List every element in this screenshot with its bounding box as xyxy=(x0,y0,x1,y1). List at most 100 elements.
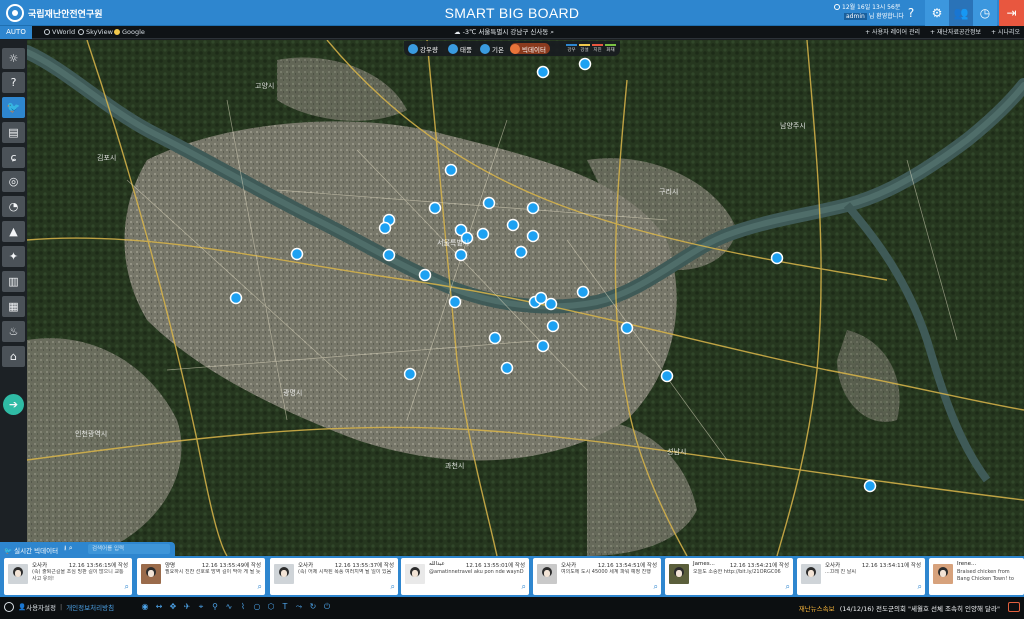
svg-text:성남시: 성남시 xyxy=(667,447,686,456)
tool-sun[interactable]: ☼ xyxy=(2,48,25,69)
tweet-card[interactable]: 오사카 12.16 13:56:15에 작성 (속) 출퇴근길을 조심 빙판 길… xyxy=(4,558,132,595)
gps-icon[interactable]: ⌖ xyxy=(196,601,206,613)
institute-logo-icon xyxy=(6,4,24,22)
plane-icon[interactable]: ✈ xyxy=(182,601,192,613)
tweet-text: 여의도에 도시 45000 세계 파워 예정 진행 xyxy=(561,569,651,575)
avatar xyxy=(933,564,953,584)
tweet-card[interactable]: 오사카 12.16 13:54:11에 작성 ...끄레 진 날씨 ⌕ xyxy=(797,558,925,595)
avatar xyxy=(274,564,294,584)
measure-icon[interactable]: ↔ xyxy=(154,601,164,613)
tool-fire[interactable]: ♨ xyxy=(2,321,25,342)
tool-chat[interactable]: ◔ xyxy=(2,196,25,217)
tweet-card[interactable]: James... 12.16 13:54:21에 작성 오늘도 소중한 http… xyxy=(665,558,793,595)
settings-button[interactable]: ⚙ xyxy=(925,0,949,26)
exit-button[interactable]: ⇥ xyxy=(999,0,1024,26)
zoom-icon[interactable]: ⌕ xyxy=(918,582,922,592)
users-button[interactable]: 👥 xyxy=(949,0,973,26)
history-button[interactable]: ◷ xyxy=(973,0,997,26)
pin-icon[interactable]: ◉ xyxy=(140,601,150,613)
svg-text:남양주시: 남양주시 xyxy=(780,121,806,130)
zoom-icon[interactable]: ⌕ xyxy=(786,582,790,592)
mountain-icon: ▲ xyxy=(9,225,18,238)
layer-option-google[interactable]: Google xyxy=(114,28,145,37)
logo[interactable]: 국립재난안전연구원 xyxy=(6,3,103,23)
category-bigdata[interactable]: 빅데이터 xyxy=(510,43,550,54)
svg-text:김포시: 김포시 xyxy=(97,154,116,162)
layer-option-vworld[interactable]: VWorld xyxy=(44,28,75,37)
tool-typhoon[interactable]: ɕ xyxy=(2,147,25,168)
tweet-author: عبدالله xyxy=(429,561,445,567)
avatar xyxy=(669,564,689,584)
polyline-icon[interactable]: ⌇ xyxy=(238,601,248,613)
radio-icon xyxy=(78,29,84,35)
satellite-map[interactable]: 고양시 김포시 남양주시 구리시 인천광역시 광명시 과천시 성남시 서울특별시 xyxy=(27,40,1024,556)
rain-icon xyxy=(408,43,418,54)
polygon-icon[interactable]: ⬡ xyxy=(266,601,276,613)
tool-help[interactable]: ? xyxy=(2,72,25,93)
tool-house[interactable]: ⌂ xyxy=(2,346,25,367)
panel-search-input[interactable]: 검색어를 입력 xyxy=(88,544,170,554)
auto-button[interactable]: AUTO xyxy=(0,26,32,39)
power-icon[interactable]: ⏻ xyxy=(322,601,332,613)
marker-icon[interactable]: ⚲ xyxy=(210,601,220,613)
link-scenario[interactable]: + 시나리오 xyxy=(991,29,1020,36)
tool-globe[interactable]: ◎ xyxy=(2,171,25,192)
tool-news[interactable]: ▤ xyxy=(2,122,25,143)
tweet-card[interactable]: 오사카 12.16 13:54:51에 작성 여의도에 도시 45000 세계 … xyxy=(533,558,661,595)
tool-chart[interactable]: ▥ xyxy=(2,271,25,292)
svg-text:고양시: 고양시 xyxy=(255,82,274,90)
map-canvas[interactable]: 고양시김포시 남양주시구리시 인천광역시 광명시 과천시 성남시 서울특별시 xyxy=(27,40,1024,556)
refresh-icon[interactable]: ↻ xyxy=(308,601,318,613)
power-icon[interactable] xyxy=(4,602,14,612)
tweet-time: 12.16 13:56:15에 작성 xyxy=(68,563,128,569)
svg-text:서울특별시: 서울특별시 xyxy=(437,238,469,247)
category-bar: 강우량 태풍 기온 빅데이터 강우 강설 지진 화재 xyxy=(404,41,620,56)
zoom-icon[interactable]: ⌕ xyxy=(258,582,262,592)
tool-satellite[interactable]: ✦ xyxy=(2,246,25,267)
bigdata-panel-header: 🐦 실시간 빅데이터 ⭳ ⌕ 검색어를 입력 xyxy=(0,542,175,556)
tweet-card[interactable]: 오사카 12.16 13:55:37에 작성 (속) 어제 시작된 폭풍 여러지… xyxy=(270,558,398,595)
weather-location: ☁ -3℃ 서울특별시 강남구 신사동 ⌕ xyxy=(454,28,555,36)
category-rainfall[interactable]: 강우량 xyxy=(408,43,438,54)
privacy-link[interactable]: 개인정보처리방침 xyxy=(66,602,114,612)
curve-icon[interactable]: ⤳ xyxy=(294,601,304,613)
search-icon[interactable]: ⌕ xyxy=(548,28,554,36)
tweet-text: @amatinnetravel aku pon nde waynD xyxy=(429,569,524,575)
circle-icon[interactable]: ○ xyxy=(252,601,262,613)
help-button[interactable]: ? xyxy=(899,0,923,26)
tool-building[interactable]: ▦ xyxy=(2,296,25,317)
avatar xyxy=(8,564,28,584)
left-toolbar: ☼ ? 🐦 ▤ ɕ ◎ ◔ ▲ ✦ ▥ ▦ ♨ ⌂ ➔ xyxy=(0,40,27,556)
move-icon[interactable]: ✥ xyxy=(168,601,178,613)
text-tool-icon[interactable]: T xyxy=(280,601,290,613)
tweet-card[interactable]: 양명 12.16 13:55:49에 작성 필요하시 진찬 선호로 방역 길이 … xyxy=(137,558,265,595)
logout-icon[interactable] xyxy=(1008,602,1020,612)
layer-option-skyview[interactable]: SkyView xyxy=(78,28,113,37)
user-settings-link[interactable]: 사용자설정 xyxy=(26,602,56,612)
category-temperature[interactable]: 기온 xyxy=(480,43,504,54)
tool-expand[interactable]: ➔ xyxy=(3,394,24,415)
tweet-card[interactable]: Irene... Braised chicken from Bang Chick… xyxy=(929,558,1024,595)
tool-mountain[interactable]: ▲ xyxy=(2,221,25,242)
news-text: (14/12/16) 전도군의회 "세월호 선체 조속히 인양해 달라" xyxy=(839,605,1000,613)
category-typhoon[interactable]: 태풍 xyxy=(448,43,472,54)
tweet-card[interactable]: عبدالله 12.16 13:55:01에 작성 @amatinnetrav… xyxy=(401,558,529,595)
typhoon-icon: ɕ xyxy=(10,151,17,164)
tool-twitter[interactable]: 🐦 xyxy=(2,97,25,118)
help-icon: ? xyxy=(907,6,915,20)
download-icon[interactable]: ⭳ xyxy=(64,544,66,552)
link-disaster-data[interactable]: + 재난자료공간정보 xyxy=(930,29,981,36)
zoom-icon[interactable]: ⌕ xyxy=(391,582,395,592)
news-icon: ▤ xyxy=(8,126,19,139)
link-user-layers[interactable]: + 사용자 레이어 관리 xyxy=(865,29,920,36)
users-icon: 👥 xyxy=(953,6,969,20)
line-icon[interactable]: ∿ xyxy=(224,601,234,613)
zoom-icon[interactable]: ⌕ xyxy=(125,582,129,592)
search-icon[interactable]: ⌕ xyxy=(69,544,73,552)
twitter-icon: 🐦 xyxy=(6,101,21,114)
zoom-icon[interactable]: ⌕ xyxy=(654,582,658,592)
zoom-icon[interactable]: ⌕ xyxy=(522,582,526,592)
avatar xyxy=(141,564,161,584)
disaster-news-ticker[interactable]: 재난뉴스속보 (14/12/16) 전도군의회 "세월호 선체 조속히 인양해 … xyxy=(799,603,1000,613)
avatar xyxy=(537,564,557,584)
